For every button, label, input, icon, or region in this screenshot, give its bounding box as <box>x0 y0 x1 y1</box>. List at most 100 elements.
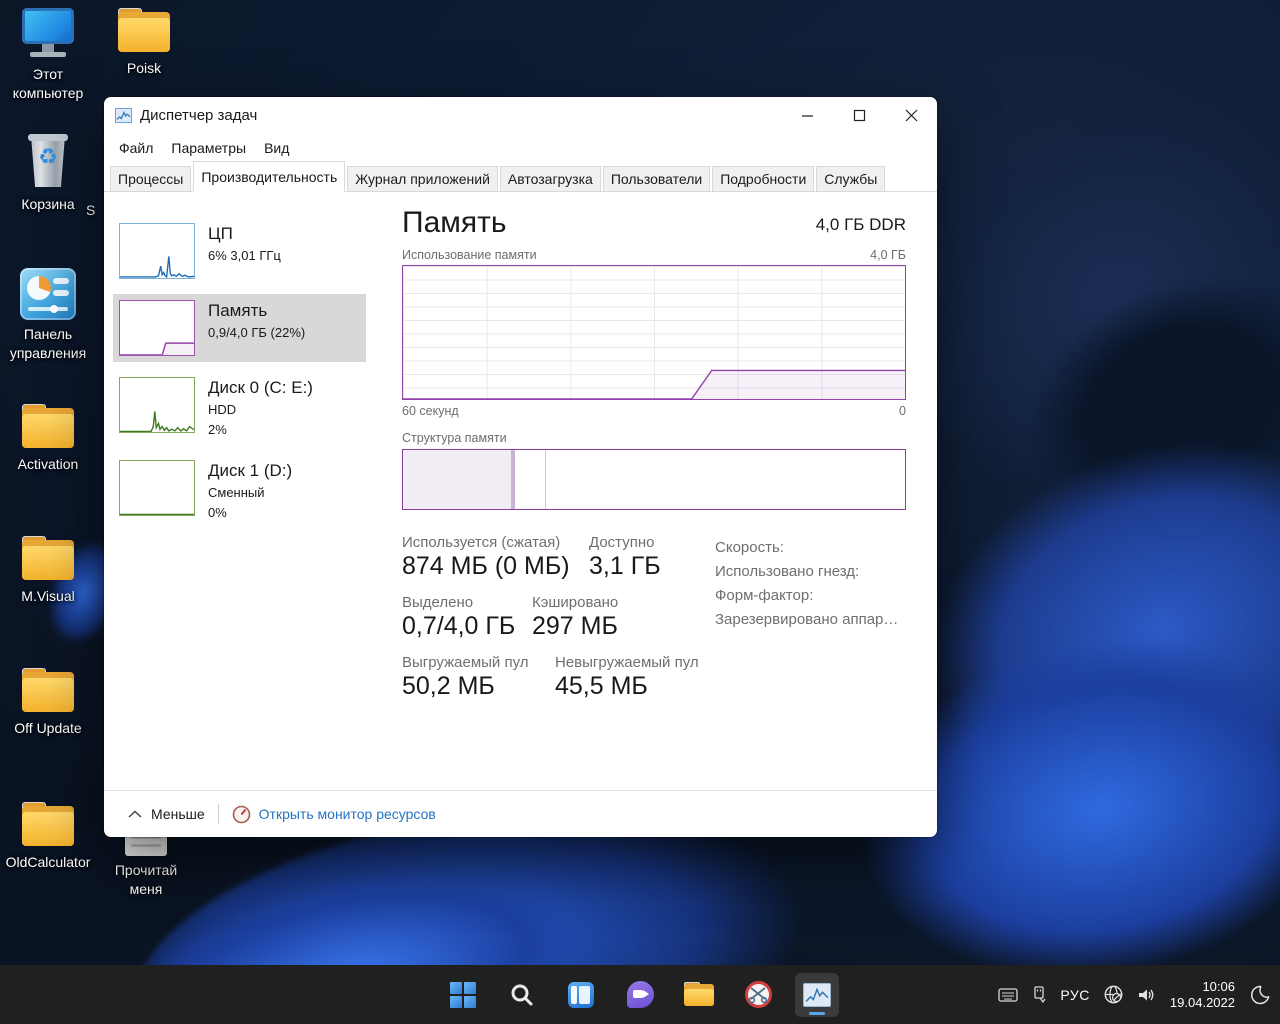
collapse-button[interactable]: Меньше <box>128 806 205 822</box>
task-view-button[interactable] <box>559 973 603 1017</box>
touch-keyboard-icon[interactable] <box>998 987 1019 1003</box>
open-resource-monitor-link[interactable]: Открыть монитор ресурсов <box>232 805 436 824</box>
usage-chart-max: 4,0 ГБ <box>870 248 906 262</box>
folder-icon <box>20 536 76 582</box>
memory-mini-chart <box>119 300 195 356</box>
sidebar-item-disk1[interactable]: Диск 1 (D:) Сменный 0% <box>113 454 366 528</box>
tab-performance[interactable]: Производительность <box>193 161 346 192</box>
cpu-title: ЦП <box>208 224 233 243</box>
disk1-type: Сменный <box>208 485 265 500</box>
tab-services[interactable]: Службы <box>816 166 886 191</box>
tab-startup[interactable]: Автозагрузка <box>499 166 601 191</box>
desktop-icon-poisk[interactable]: Poisk <box>96 8 192 78</box>
task-manager-window: Диспетчер задач Файл Параметры Вид Проце… <box>104 97 937 837</box>
chat-icon <box>626 981 654 1008</box>
taskbar-clock[interactable]: 10:06 19.04.2022 <box>1170 979 1235 1011</box>
network-globe-icon[interactable] <box>1103 984 1124 1005</box>
file-explorer-button[interactable] <box>677 973 721 1017</box>
icon-label: Activation <box>17 456 79 472</box>
folder-icon <box>116 8 172 54</box>
tab-processes[interactable]: Процессы <box>110 166 192 191</box>
desktop-icon-recycle-bin[interactable]: ♻ Корзина <box>0 134 96 214</box>
desktop-icon-activation[interactable]: Activation <box>0 404 96 474</box>
volume-icon[interactable] <box>1137 986 1157 1004</box>
stat-label: Невыгружаемый пул <box>555 654 699 671</box>
chevron-up-icon <box>128 809 142 818</box>
stat-label: Используется (сжатая) <box>402 534 561 551</box>
close-button[interactable] <box>885 97 937 134</box>
stat-value: 0,7/4,0 ГБ <box>402 612 516 640</box>
tab-users[interactable]: Пользователи <box>602 166 711 191</box>
icon-label: Корзина <box>21 196 75 212</box>
stat-label: Выделено <box>402 594 474 611</box>
stat-label: Доступно <box>589 534 655 551</box>
collapse-label: Меньше <box>151 806 205 822</box>
chat-button[interactable] <box>618 973 662 1017</box>
info-slots: Использовано гнезд: <box>715 563 860 580</box>
stat-label: Кэшировано <box>532 594 619 611</box>
desktop-icon-old-calculator[interactable]: OldCalculator <box>0 802 96 872</box>
stat-value: 297 МБ <box>532 612 618 640</box>
title-bar[interactable]: Диспетчер задач <box>104 97 937 134</box>
memory-composition-bar <box>402 449 906 510</box>
icon-label: OldCalculator <box>5 854 91 870</box>
icon-label: Панель управления <box>9 326 87 361</box>
menu-view[interactable]: Вид <box>255 140 298 156</box>
maximize-button[interactable] <box>833 97 885 134</box>
search-button[interactable] <box>500 973 544 1017</box>
tab-strip: Процессы Производительность Журнал прило… <box>104 161 937 192</box>
stat-value: 50,2 МБ <box>402 672 495 700</box>
snipping-tool-button[interactable] <box>736 973 780 1017</box>
desktop-icon-m-visual[interactable]: M.Visual <box>0 536 96 606</box>
icon-label: M.Visual <box>21 588 75 604</box>
desktop-icon-off-update[interactable]: Off Update <box>0 668 96 738</box>
memory-stats: 0,9/4,0 ГБ (22%) <box>208 325 306 340</box>
night-light-moon-icon[interactable] <box>1248 984 1270 1006</box>
memory-detail-pane: Память 4,0 ГБ DDR Использование памяти 4… <box>366 192 937 790</box>
usage-chart-label: Использование памяти <box>402 248 537 262</box>
stat-value: 45,5 МБ <box>555 672 648 700</box>
desktop-icon-control-panel[interactable]: Панель управления <box>0 268 96 363</box>
computer-icon <box>18 8 78 60</box>
folder-icon <box>20 668 76 714</box>
windows-logo-icon <box>450 981 476 1008</box>
sidebar-item-disk0[interactable]: Диск 0 (C: E:) HDD 2% <box>113 371 366 445</box>
window-footer: Меньше Открыть монитор ресурсов <box>104 790 937 837</box>
disk0-type: HDD <box>208 402 237 417</box>
info-form-factor: Форм-фактор: <box>715 587 814 604</box>
cpu-stats: 6% 3,01 ГГц <box>208 248 281 263</box>
desktop-icon-this-pc[interactable]: Этот компьютер <box>0 8 96 103</box>
start-button[interactable] <box>441 973 485 1017</box>
disk1-mini-chart <box>119 460 195 516</box>
stat-value: 3,1 ГБ <box>589 552 661 580</box>
hardware-info: Скорость: Использовано гнезд: Форм-факто… <box>715 534 898 714</box>
disk0-usage: 2% <box>208 422 227 437</box>
file-explorer-icon <box>684 982 714 1007</box>
clock-date: 19.04.2022 <box>1169 994 1235 1010</box>
sidebar-item-cpu[interactable]: ЦП 6% 3,01 ГГц <box>113 217 366 285</box>
info-speed: Скорость: <box>715 539 784 556</box>
window-title: Диспетчер задач <box>140 107 258 124</box>
folder-icon <box>20 802 76 848</box>
menu-options[interactable]: Параметры <box>162 140 255 156</box>
control-panel-icon <box>20 268 76 320</box>
language-indicator[interactable]: РУС <box>1060 987 1090 1003</box>
tab-app-history[interactable]: Журнал приложений <box>347 166 498 191</box>
axis-left-label: 60 секунд <box>402 404 459 418</box>
desktop-icon-partial-label[interactable]: S <box>86 202 95 218</box>
disk0-title: Диск 0 (C: E:) <box>208 378 313 397</box>
tab-details[interactable]: Подробности <box>712 166 815 191</box>
icon-label: Прочитай меня <box>114 862 178 897</box>
usb-eject-icon[interactable] <box>1031 985 1047 1005</box>
pane-title: Память <box>402 206 507 239</box>
minimize-button[interactable] <box>781 97 833 134</box>
menu-file[interactable]: Файл <box>115 140 162 156</box>
icon-label: Off Update <box>14 720 82 736</box>
sidebar-item-memory[interactable]: Память 0,9/4,0 ГБ (22%) <box>113 294 366 362</box>
stat-label: Выгружаемый пул <box>402 654 529 671</box>
disk1-title: Диск 1 (D:) <box>208 461 293 480</box>
task-manager-icon <box>803 982 831 1007</box>
task-manager-button[interactable] <box>795 972 839 1017</box>
cpu-mini-chart <box>119 223 195 279</box>
folder-icon <box>20 404 76 450</box>
